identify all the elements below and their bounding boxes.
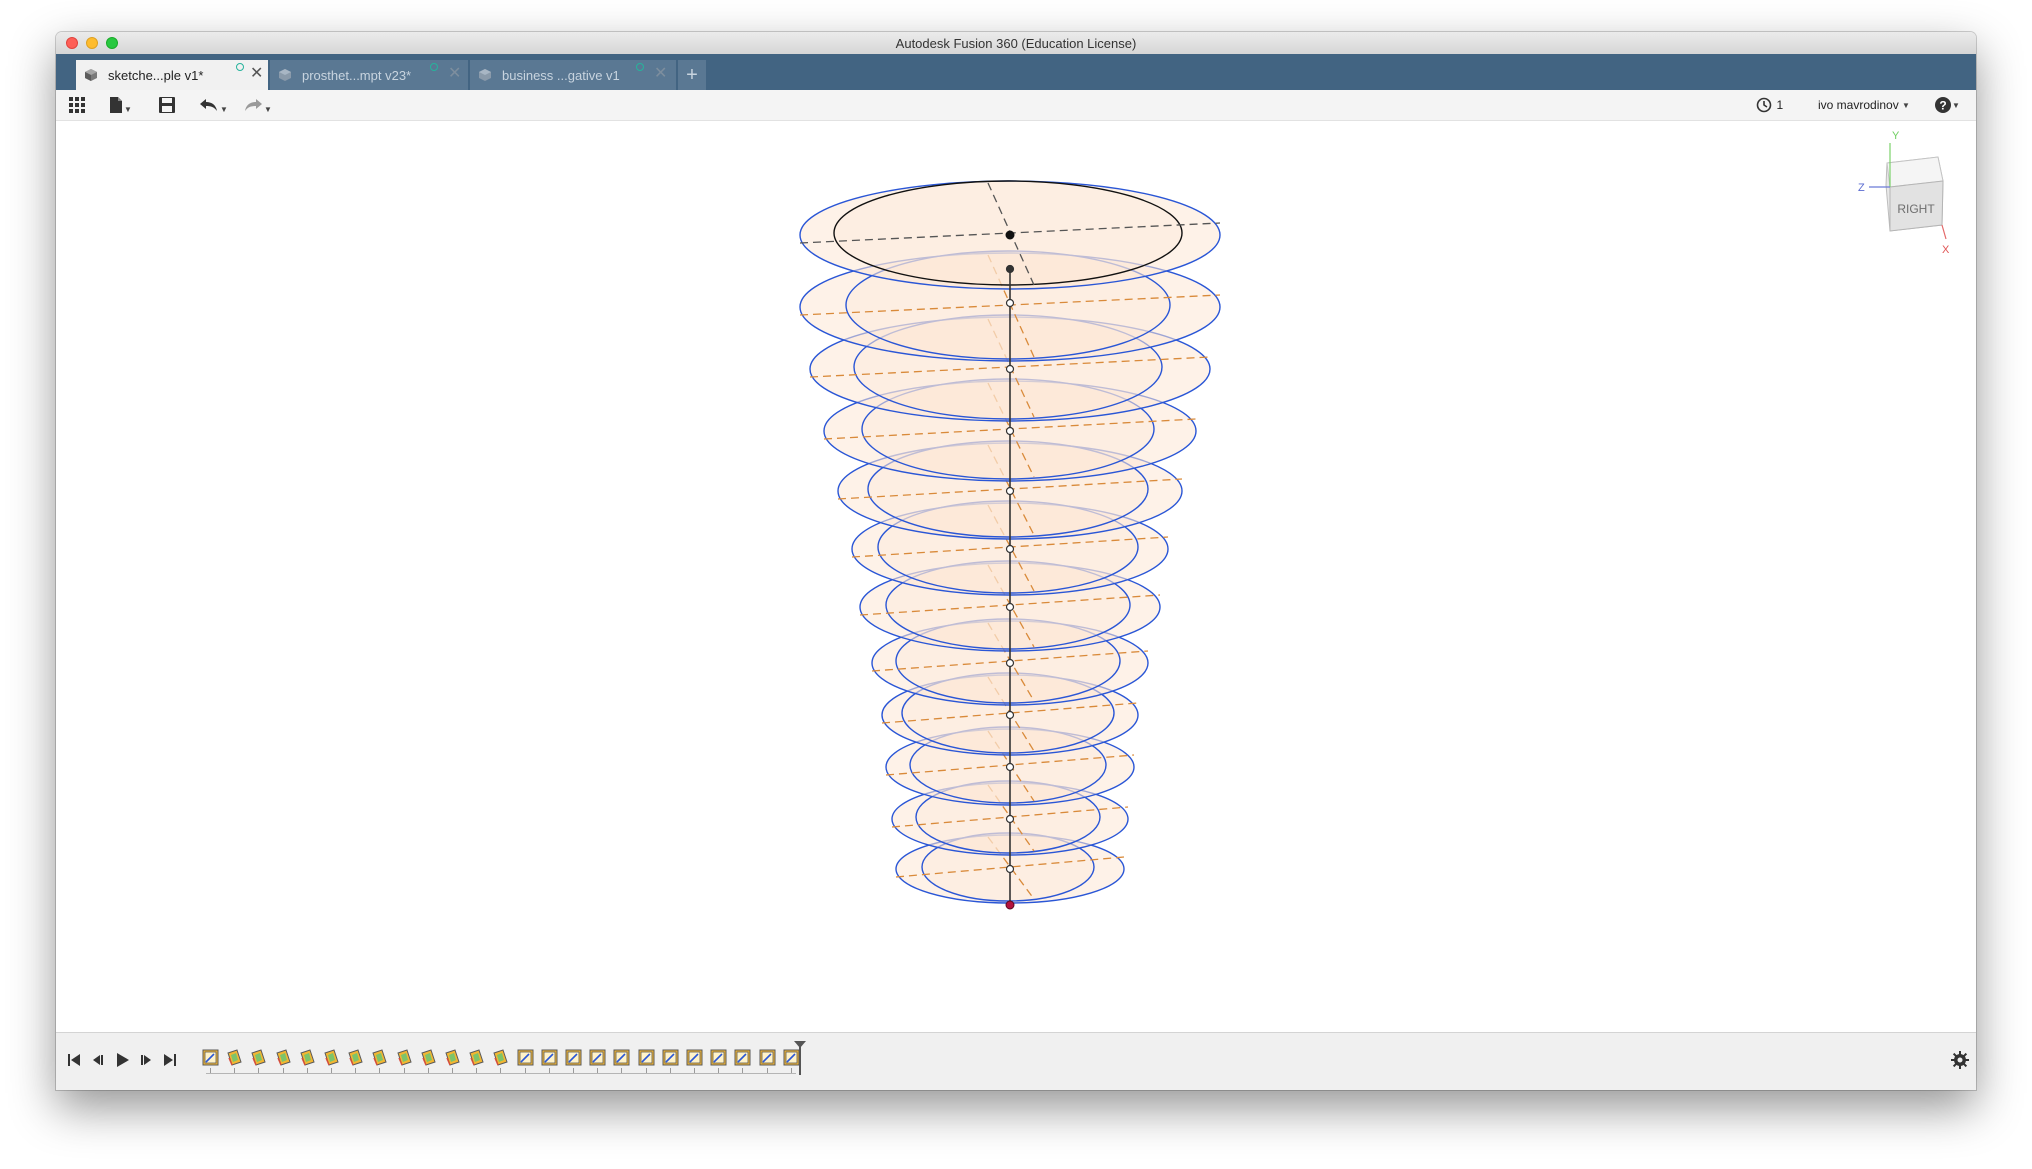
plane-feature-icon[interactable] [226, 1049, 243, 1066]
sketch-point [1005, 710, 1015, 720]
svg-text:?: ? [1939, 99, 1946, 113]
view-cube[interactable]: RIGHT Y Z X [1858, 130, 1950, 256]
sketch-point [1005, 298, 1015, 308]
app-window: Autodesk Fusion 360 (Education License) … [56, 32, 1976, 1090]
tab-label: prosthet...mpt v23* [302, 68, 412, 83]
plane-feature-icon[interactable] [299, 1049, 316, 1066]
view-cube-face-label: RIGHT [1897, 202, 1935, 216]
close-tab-icon[interactable]: ✕ [250, 66, 263, 82]
sketch-feature-icon[interactable] [662, 1049, 679, 1066]
view-cube-axis-x: X [1942, 244, 1950, 256]
sketch-point [1005, 264, 1015, 274]
plane-feature-icon[interactable] [492, 1049, 509, 1066]
tab-label: sketche...ple v1* [108, 68, 204, 83]
plane-feature-icon[interactable] [347, 1049, 364, 1066]
sketch-point [1005, 814, 1015, 824]
clock-icon [1756, 97, 1772, 113]
redo-button[interactable]: ▼ [242, 96, 276, 114]
undo-icon [200, 99, 217, 111]
close-tab-icon[interactable]: ✕ [654, 66, 667, 82]
sync-status-icon [430, 63, 438, 71]
component-icon [85, 69, 97, 81]
timeline-track [206, 1073, 796, 1074]
plane-feature-icon[interactable] [275, 1049, 292, 1066]
sketch-point [1005, 864, 1015, 874]
sketch-feature-icon[interactable] [734, 1049, 751, 1066]
sketch-feature-icon[interactable] [686, 1049, 703, 1066]
tab-document-1[interactable]: sketche...ple v1* ✕ [76, 60, 268, 90]
help-menu-button[interactable]: ? ▼ [1934, 96, 1966, 114]
plane-feature-icon[interactable] [396, 1049, 413, 1066]
sketch-feature-icon[interactable] [710, 1049, 727, 1066]
sketch-feature-icon[interactable] [517, 1049, 534, 1066]
gear-icon[interactable] [1950, 1050, 1970, 1070]
sketch-point [1005, 762, 1015, 772]
new-tab-button[interactable]: + [678, 60, 706, 90]
component-icon [479, 69, 491, 81]
sketch-point [1005, 544, 1015, 554]
sketch-geometry [799, 180, 1221, 910]
plane-feature-icon[interactable] [444, 1049, 461, 1066]
chevron-down-icon: ▼ [264, 105, 272, 115]
tab-document-2[interactable]: prosthet...mpt v23* ✕ [270, 60, 468, 90]
title-bar: Autodesk Fusion 360 (Education License) [56, 32, 1976, 55]
chevron-down-icon: ▼ [220, 105, 228, 115]
help-icon: ? [1935, 97, 1951, 113]
component-icon [279, 69, 291, 81]
plane-feature-icon[interactable] [323, 1049, 340, 1066]
sketch-feature-icon[interactable] [541, 1049, 558, 1066]
tab-document-3[interactable]: business ...gative v1 ✕ [470, 60, 676, 90]
window-title: Autodesk Fusion 360 (Education License) [895, 36, 1137, 51]
sketch-feature-icon[interactable] [638, 1049, 655, 1066]
file-menu-button[interactable]: ▼ [108, 96, 138, 114]
sketch-feature-icon[interactable] [202, 1049, 219, 1066]
tab-label: business ...gative v1 [502, 68, 620, 83]
viewport-canvas[interactable]: RIGHT Y Z X [56, 121, 1976, 1031]
job-status-count: 1 [1776, 97, 1784, 112]
sketch-feature-icon[interactable] [565, 1049, 582, 1066]
sketch-point [1005, 364, 1015, 374]
plane-feature-icon[interactable] [371, 1049, 388, 1066]
step-forward-icon[interactable] [136, 1050, 156, 1070]
sync-status-icon [236, 63, 244, 71]
user-name: ivo mavrodinov [1818, 98, 1899, 112]
sync-status-icon [636, 63, 644, 71]
user-account-menu[interactable]: ivo mavrodinov ▼ [1818, 98, 1910, 112]
plane-feature-icon[interactable] [468, 1049, 485, 1066]
redo-icon [245, 99, 262, 111]
step-back-icon[interactable] [88, 1050, 108, 1070]
plane-feature-icon[interactable] [420, 1049, 437, 1066]
save-icon[interactable] [158, 96, 176, 114]
sketch-center-point [1005, 230, 1015, 240]
sketch-point [1005, 658, 1015, 668]
view-cube-axis-z: Z [1858, 182, 1865, 194]
play-icon[interactable] [112, 1050, 132, 1070]
plane-feature-icon[interactable] [250, 1049, 267, 1066]
sketch-origin-point [1005, 900, 1015, 910]
sketch-viewport[interactable]: RIGHT Y Z X [56, 121, 1976, 1031]
chevron-down-icon: ▼ [124, 105, 132, 115]
chevron-down-icon: ▼ [1952, 100, 1960, 110]
design-timeline [56, 1032, 1976, 1090]
go-to-start-icon[interactable] [64, 1050, 84, 1070]
sketch-point [1005, 486, 1015, 496]
quick-access-toolbar: ▼ ▼ ▼ 1 ivo mavrodinov ▼ ? ▼ [56, 90, 1976, 121]
grid-icon[interactable] [68, 96, 86, 114]
go-to-end-icon[interactable] [160, 1050, 180, 1070]
sketch-feature-icon[interactable] [759, 1049, 776, 1066]
close-tab-icon[interactable]: ✕ [448, 66, 461, 82]
view-cube-axis-y: Y [1892, 130, 1900, 142]
timeline-marker[interactable] [794, 1041, 806, 1075]
sketch-point [1005, 426, 1015, 436]
document-tab-bar: sketche...ple v1* ✕ prosthet...mpt v23* … [56, 54, 1976, 90]
job-status-button[interactable]: 1 [1756, 96, 1788, 114]
undo-button[interactable]: ▼ [198, 96, 232, 114]
sketch-feature-icon[interactable] [589, 1049, 606, 1066]
sketch-point [1005, 602, 1015, 612]
chevron-down-icon: ▼ [1902, 101, 1910, 111]
sketch-feature-icon[interactable] [613, 1049, 630, 1066]
file-icon [110, 97, 122, 113]
